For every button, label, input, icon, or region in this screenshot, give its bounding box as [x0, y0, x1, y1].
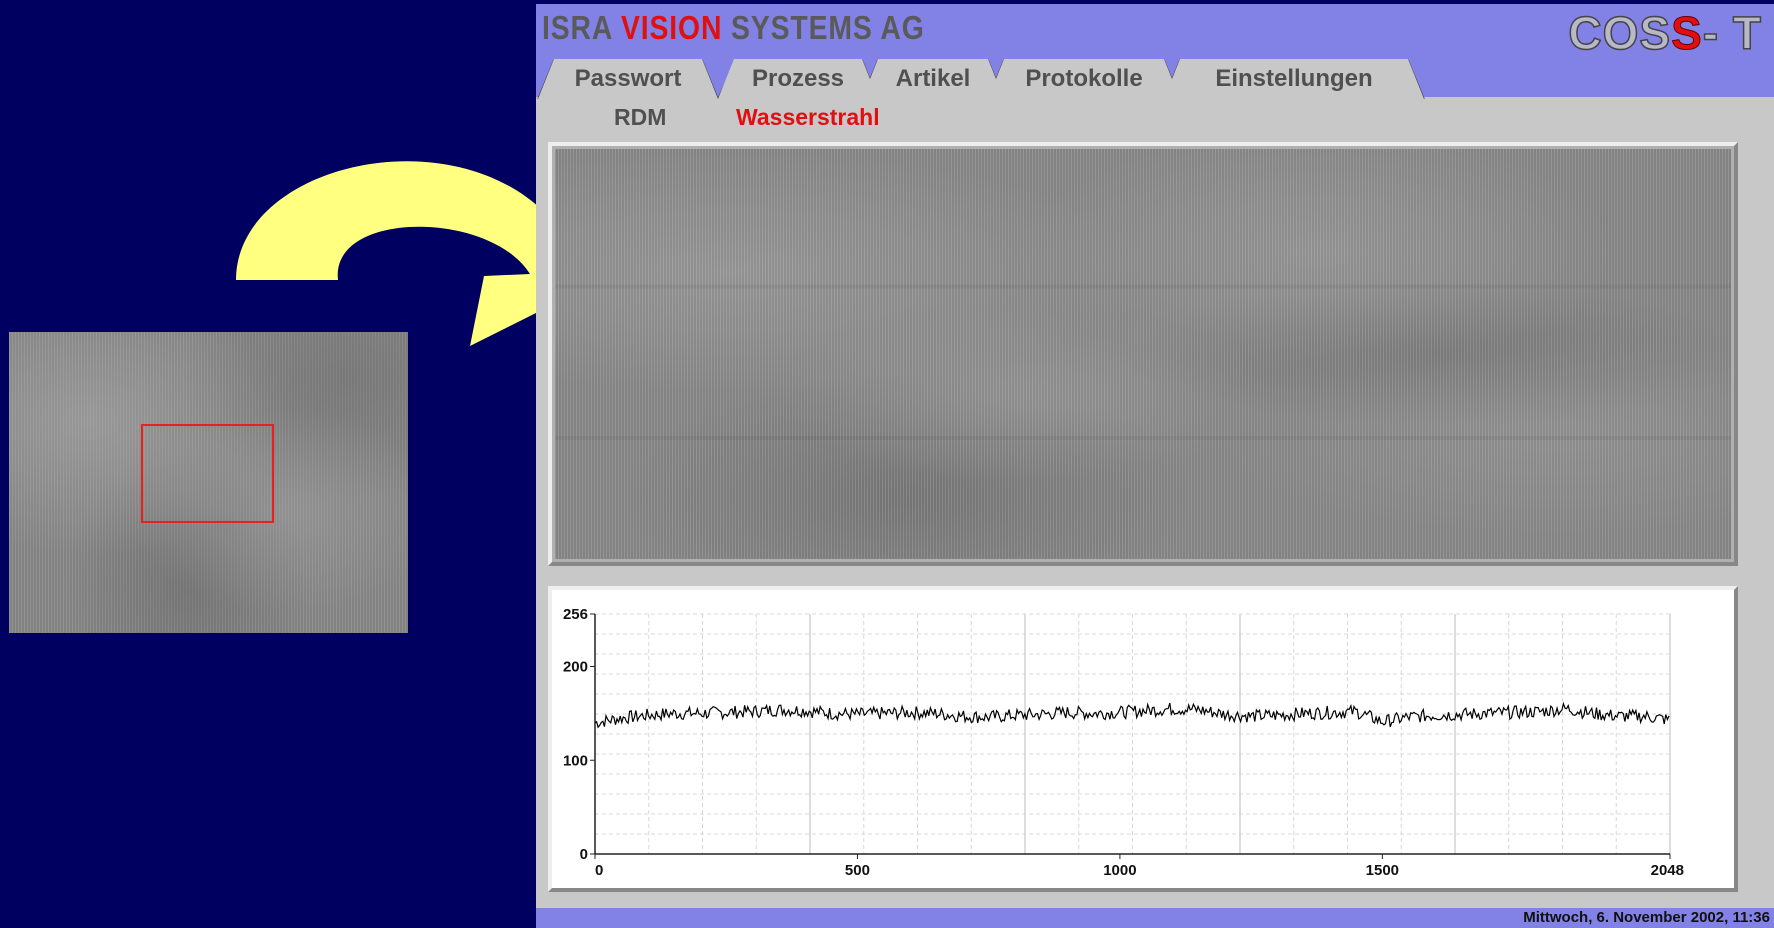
x-tick-label: 1000	[1103, 862, 1136, 879]
gray-value-profile-chart: 0 100 200 256 0 500 1000 1500 2048	[548, 586, 1738, 892]
y-tick-label: 0	[580, 846, 588, 863]
tab-passwort[interactable]: Passwort	[538, 59, 718, 99]
tab-artikel[interactable]: Artikel	[862, 59, 1004, 99]
x-tick-label: 2048	[1651, 862, 1684, 879]
app-window: ISRA VISION SYSTEMS AG COSS- T Passwort …	[536, 4, 1774, 928]
region-of-interest-box	[141, 424, 274, 523]
tab-prozess[interactable]: Prozess	[718, 59, 878, 99]
x-tick-label: 500	[845, 862, 870, 879]
y-tick-label: 100	[563, 752, 588, 769]
y-tick-label: 200	[563, 659, 588, 676]
subtab-rdm[interactable]: RDM	[614, 104, 666, 131]
tab-protokolle[interactable]: Protokolle	[988, 59, 1180, 99]
status-bar: Mittwoch, 6. November 2002, 11:36	[536, 908, 1774, 928]
x-tick-label: 0	[595, 862, 603, 879]
subtab-wasserstrahl[interactable]: Wasserstrahl	[736, 104, 880, 131]
title-bar: ISRA VISION SYSTEMS AG COSS- T Passwort …	[536, 4, 1774, 99]
x-tick-label: 1500	[1366, 862, 1399, 879]
tab-einstellungen[interactable]: Einstellungen	[1164, 59, 1424, 99]
main-tabs: Passwort Prozess Artikel Protokolle Eins…	[536, 59, 1436, 99]
camera-image	[555, 149, 1731, 559]
y-tick-label: 256	[563, 606, 588, 623]
camera-image-panel	[548, 142, 1738, 566]
profile-chart-svg: 0 100 200 256 0 500 1000 1500 2048	[563, 606, 1684, 879]
status-datetime: Mittwoch, 6. November 2002, 11:36	[1523, 909, 1770, 926]
source-image-thumbnail	[9, 332, 408, 633]
sub-tabs: RDM Wasserstrahl	[536, 100, 1774, 136]
company-logo: ISRA VISION SYSTEMS AG	[542, 9, 925, 46]
product-logo: COSS- T	[1568, 6, 1762, 60]
